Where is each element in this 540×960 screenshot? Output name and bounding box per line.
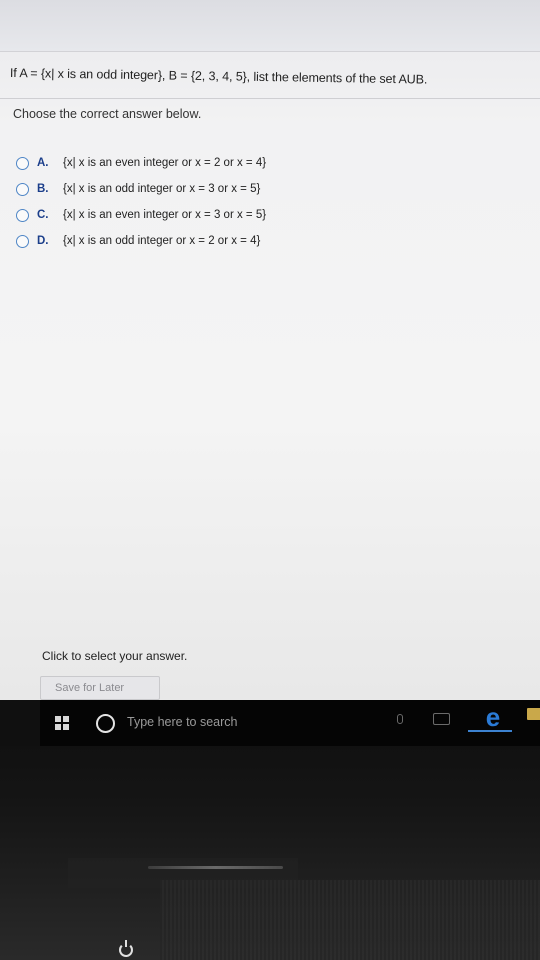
choice-letter: D.: [37, 235, 49, 247]
monitor-stand: [148, 866, 283, 869]
choice-text[interactable]: {x| x is an odd integer or x = 2 or x = …: [63, 235, 260, 247]
task-view-icon[interactable]: [433, 713, 450, 725]
radio-button-c[interactable]: [16, 208, 29, 222]
question-text: If A = {x| x is an odd integer}, B = {2,…: [9, 66, 428, 87]
choice-text[interactable]: {x| x is an even integer or x = 3 or x =…: [63, 209, 266, 221]
bezel-edge: [0, 700, 40, 746]
choice-c[interactable]: C. {x| x is an even integer or x = 3 or …: [16, 202, 336, 228]
answer-choices: A. {x| x is an even integer or x = 2 or …: [16, 150, 336, 254]
active-app-indicator: [468, 730, 512, 732]
choice-d[interactable]: D. {x| x is an odd integer or x = 2 or x…: [16, 228, 336, 254]
radio-button-b[interactable]: [16, 182, 29, 196]
microphone-icon[interactable]: [397, 714, 403, 724]
photo-of-monitor: If A = {x| x is an odd integer}, B = {2,…: [0, 0, 540, 960]
choice-letter: B.: [37, 183, 49, 195]
radio-button-a[interactable]: [16, 156, 29, 170]
power-icon[interactable]: [119, 940, 133, 957]
choice-b[interactable]: B. {x| x is an odd integer or x = 3 or x…: [16, 176, 336, 202]
windows-start-icon[interactable]: [55, 716, 69, 730]
choice-letter: C.: [37, 209, 49, 221]
choice-text[interactable]: {x| x is an odd integer or x = 3 or x = …: [63, 183, 260, 195]
choice-text[interactable]: {x| x is an even integer or x = 2 or x =…: [63, 157, 266, 169]
choice-a[interactable]: A. {x| x is an even integer or x = 2 or …: [16, 150, 336, 176]
cortana-icon[interactable]: [96, 714, 115, 733]
choice-letter: A.: [37, 157, 49, 169]
page-header-strip: [0, 0, 540, 52]
click-instruction: Click to select your answer.: [42, 649, 188, 663]
edge-browser-icon[interactable]: e: [480, 704, 506, 730]
divider: [0, 98, 540, 99]
answer-prompt: Choose the correct answer below.: [13, 107, 202, 121]
browser-page: If A = {x| x is an odd integer}, B = {2,…: [0, 0, 540, 700]
taskbar-search-input[interactable]: Type here to search: [127, 715, 237, 729]
windows-taskbar: Type here to search e: [40, 700, 540, 746]
desk-surface: [160, 880, 540, 960]
file-explorer-icon[interactable]: [527, 708, 540, 720]
radio-button-d[interactable]: [16, 234, 29, 248]
save-for-later-button[interactable]: Save for Later: [40, 676, 160, 700]
